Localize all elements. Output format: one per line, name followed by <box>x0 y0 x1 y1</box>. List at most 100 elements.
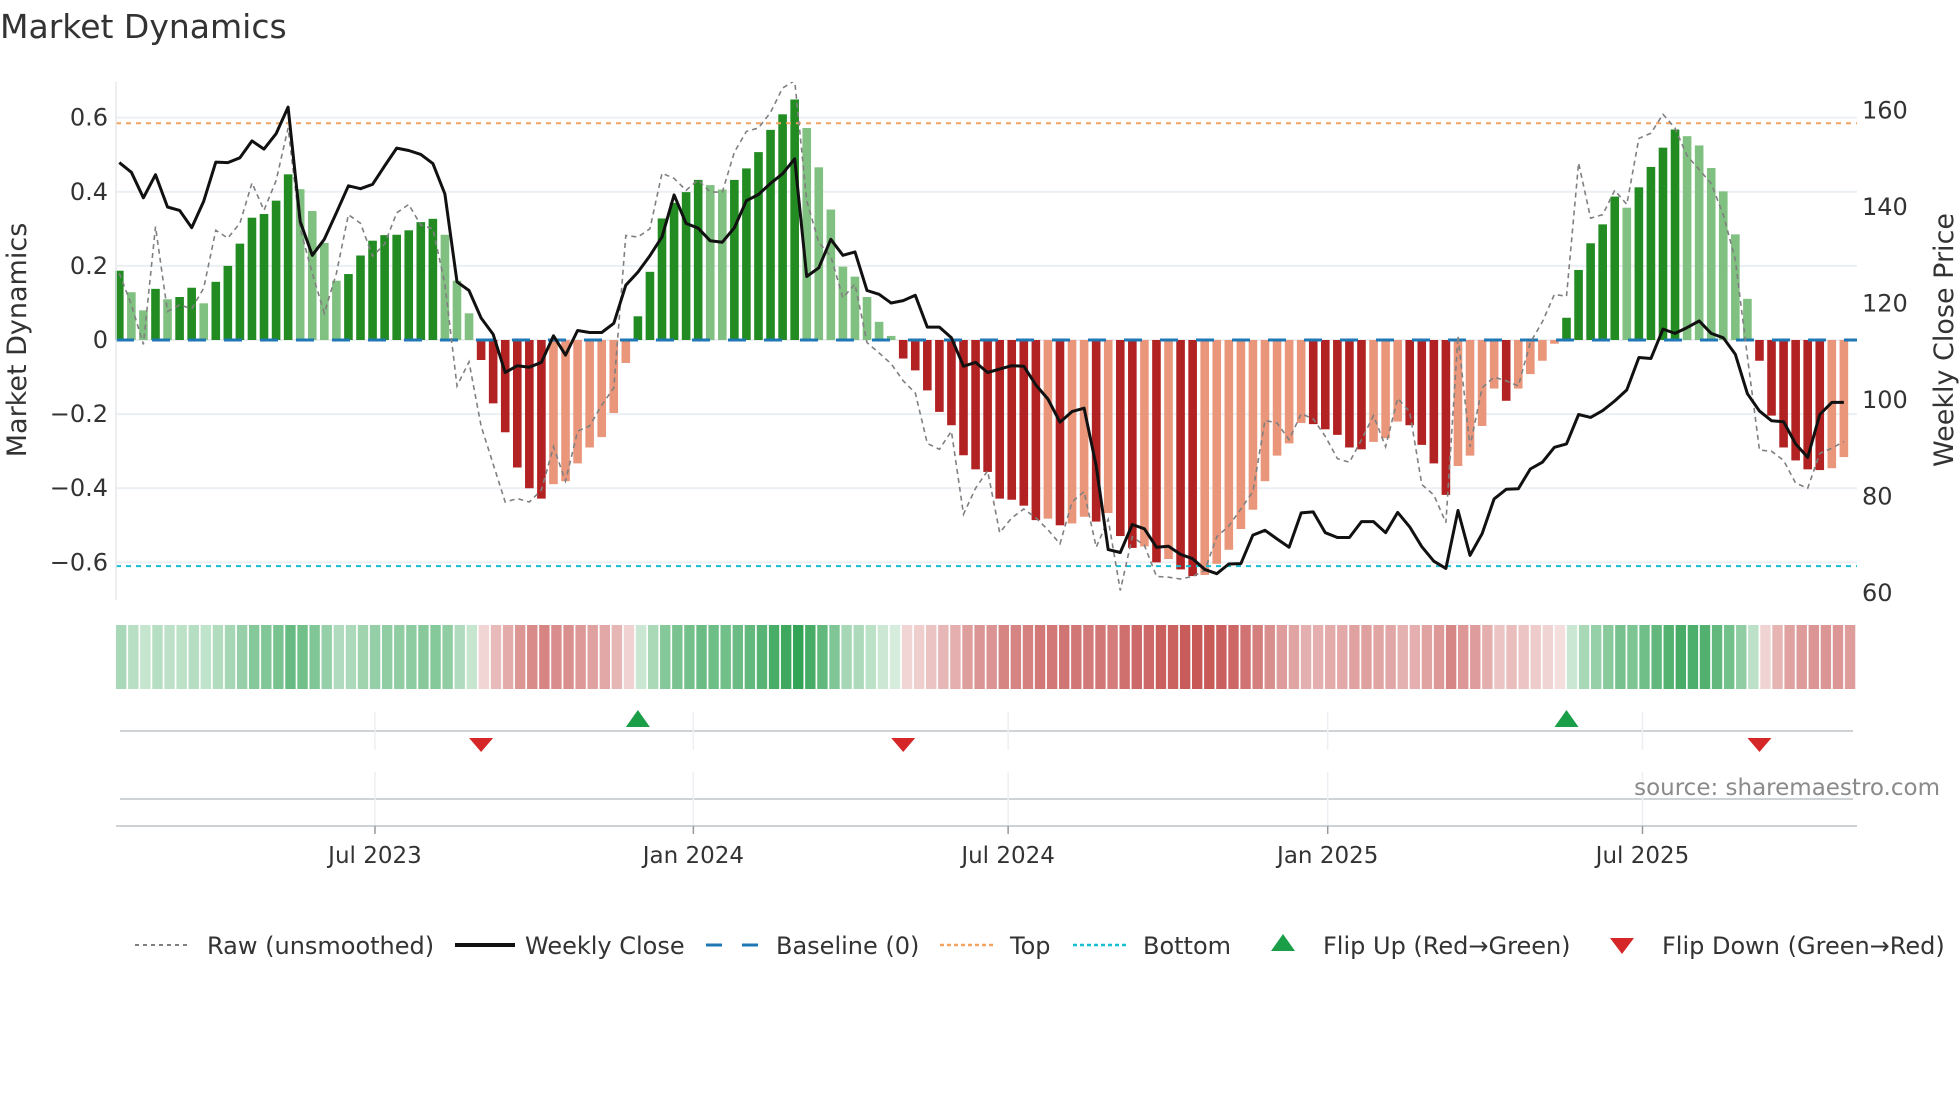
heat-cell <box>1155 625 1167 689</box>
heat-cell <box>756 625 768 689</box>
heat-cell <box>817 625 828 689</box>
heat-cell <box>1421 625 1433 689</box>
heat-cell <box>986 625 997 689</box>
heat-cell <box>780 625 792 689</box>
heat-cell <box>514 625 526 689</box>
heat-cell <box>1457 625 1469 689</box>
chart-title: Market Dynamics <box>0 7 287 46</box>
bar <box>1767 340 1776 416</box>
heat-cell <box>1264 625 1275 689</box>
bar <box>971 340 980 470</box>
lines-group <box>116 82 1857 591</box>
bar <box>1248 340 1258 510</box>
bar <box>488 340 498 404</box>
heat-strip <box>116 625 1856 689</box>
bar <box>187 287 196 340</box>
source-text: source: sharemaestro.com <box>1634 775 1940 801</box>
bar <box>1176 340 1185 570</box>
bar <box>1200 340 1209 575</box>
heat-cell <box>611 625 623 689</box>
y2-tick-label: 100 <box>1862 386 1908 414</box>
x-tick-label: Jan 2024 <box>641 843 744 869</box>
bar <box>1538 340 1547 361</box>
x-tick-label: Jul 2023 <box>326 843 422 869</box>
heat-cell <box>333 625 345 689</box>
bar <box>1779 340 1788 448</box>
heat-cell <box>478 625 490 689</box>
bar <box>910 340 920 371</box>
heat-cell <box>128 625 139 689</box>
heat-cell <box>889 625 901 689</box>
bar <box>1586 243 1595 340</box>
heat-cell <box>732 625 743 689</box>
bar <box>452 280 462 340</box>
heat-cell <box>1820 625 1832 689</box>
heat-cell <box>1699 625 1711 689</box>
bar <box>742 168 751 340</box>
heat-cell <box>1385 625 1396 689</box>
bar <box>1513 340 1523 389</box>
heat-cell <box>913 625 925 689</box>
y2-tick-label: 140 <box>1862 193 1908 221</box>
heat-cell <box>1784 625 1795 689</box>
bar <box>1115 340 1125 537</box>
bar <box>223 265 233 340</box>
flip-up-icon <box>625 710 650 727</box>
heat-cell <box>224 625 236 689</box>
heat-cell <box>1470 625 1481 689</box>
heat-cell <box>116 625 127 689</box>
bar <box>585 340 594 448</box>
bar <box>500 340 510 433</box>
y-axis-label-left: Market Dynamics <box>2 223 33 458</box>
heat-cell <box>394 625 405 689</box>
heat-cell <box>1615 625 1626 689</box>
bar <box>754 152 763 340</box>
heat-cell <box>1639 625 1650 689</box>
heat-cell <box>720 625 731 689</box>
heat-cell <box>418 625 429 689</box>
heat-cell <box>140 625 151 689</box>
bar <box>344 274 353 340</box>
bar <box>199 303 209 340</box>
heat-cell <box>406 625 417 689</box>
bar <box>175 297 184 340</box>
bar <box>1055 340 1065 526</box>
bar <box>826 209 836 340</box>
bar <box>380 235 389 340</box>
heat-cell <box>768 625 780 689</box>
bar <box>1296 340 1306 424</box>
heat-cell <box>1300 625 1312 689</box>
bar <box>1152 340 1161 563</box>
bar <box>923 340 932 391</box>
heat-cell <box>805 625 816 689</box>
heat-cell <box>1107 625 1118 689</box>
bar <box>549 340 558 485</box>
bar <box>1694 145 1704 340</box>
bar <box>669 202 679 340</box>
heat-cell <box>1059 625 1070 689</box>
y-tick-label: 0.4 <box>70 178 108 206</box>
y-tick-label: 0.6 <box>70 104 108 132</box>
heat-cell <box>152 625 163 689</box>
bar <box>163 299 172 340</box>
heat-cell <box>1204 625 1215 689</box>
legend-label: Bottom <box>1143 932 1231 960</box>
y-tick-label: 0.2 <box>70 252 108 280</box>
heat-cell <box>502 625 514 689</box>
bar <box>645 271 655 340</box>
heat-cell <box>430 625 441 689</box>
bar <box>1321 340 1330 430</box>
heat-cell <box>1736 625 1747 689</box>
heat-cell <box>1288 625 1300 689</box>
bar <box>525 340 534 489</box>
legend: Raw (unsmoothed) Weekly Close Baseline (0)… <box>135 932 1945 960</box>
heat-cell <box>901 625 913 689</box>
bar <box>512 340 522 468</box>
heat-cell <box>1276 625 1288 689</box>
bar <box>1345 340 1354 448</box>
heat-cell <box>1192 625 1203 689</box>
heat-cell <box>1832 625 1844 689</box>
bar <box>1501 340 1511 401</box>
heat-cell <box>672 625 683 689</box>
bar <box>1164 340 1173 560</box>
